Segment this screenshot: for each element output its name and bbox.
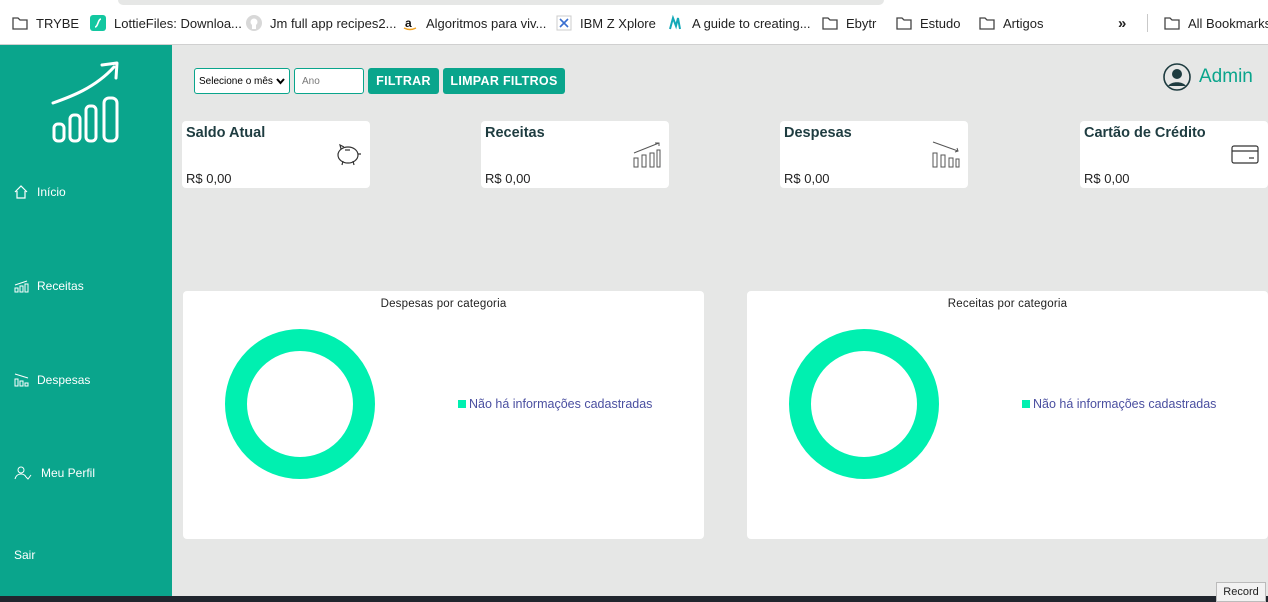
sidebar-item-label: Receitas [37, 279, 84, 293]
donut-ring [225, 329, 375, 479]
sidebar-item-label: Início [37, 185, 66, 199]
card-value: R$ 0,00 [485, 171, 531, 186]
bookmark-label: TRYBE [36, 15, 80, 31]
user-icon [14, 465, 34, 481]
bookmark-label: Artigos [1003, 15, 1044, 31]
year-input-placeholder: Ano [302, 75, 320, 87]
card-title: Saldo Atual [186, 125, 266, 141]
bookmark-ebytr[interactable]: Ebytr [822, 13, 876, 33]
bookmark-label: Jm full app recipes2... [270, 15, 397, 31]
ibm-icon [556, 15, 572, 31]
month-select-value: Selecione o mês [199, 75, 273, 87]
chevron-down-icon [276, 77, 285, 88]
bookmark-github[interactable]: Jm full app recipes2... [246, 13, 396, 33]
folder-icon [979, 15, 995, 31]
tab-strip-edge [118, 0, 884, 5]
app-logo [50, 53, 122, 143]
user-menu[interactable]: Admin [1163, 63, 1253, 91]
legend-label: Não há informações cadastradas [1033, 397, 1217, 411]
chart-legend: Não há informações cadastradas [1022, 397, 1216, 411]
chart-title: Receitas por categoria [947, 298, 1068, 310]
amazon-icon: a [402, 15, 418, 31]
folder-icon [896, 15, 912, 31]
bookmark-artigos[interactable]: Artigos [979, 13, 1043, 33]
card-title: Cartão de Crédito [1084, 125, 1206, 141]
home-icon [14, 184, 30, 200]
bookmark-label: LottieFiles: Downloa... [114, 15, 242, 31]
revenues-chart-panel: Receitas por categoria Não há informaçõe… [747, 291, 1268, 539]
bookmark-ibm[interactable]: IBM Z Xplore [556, 13, 656, 33]
expenses-chart-panel: Despesas por categoria Não há informaçõe… [183, 291, 704, 539]
revenues-donut [789, 329, 939, 479]
bookmark-label: A guide to creating... [692, 15, 811, 31]
more-bookmarks-button[interactable]: » [1118, 13, 1126, 33]
bookmark-trybe[interactable]: TRYBE [12, 13, 79, 33]
legend-label: Não há informações cadastradas [469, 397, 653, 411]
year-input[interactable]: Ano [294, 68, 364, 94]
card-title: Receitas [485, 125, 545, 141]
credit-card-icon [1231, 145, 1259, 170]
taskbar-edge [0, 596, 1268, 602]
clear-filters-button[interactable]: LIMPAR FILTROS [443, 68, 565, 94]
bookmark-amazon[interactable]: a Algoritmos para viv... [402, 13, 546, 33]
folder-icon [12, 15, 28, 31]
chart-down-icon [14, 372, 30, 388]
sidebar-item-despesas[interactable]: Despesas [14, 372, 90, 388]
card-saldo-atual: Saldo Atual R$ 0,00 [182, 121, 370, 188]
sidebar-item-receitas[interactable]: Receitas [14, 278, 84, 294]
medium-icon [668, 15, 684, 31]
sidebar-item-inicio[interactable]: Início [14, 184, 66, 200]
card-cartao-de-credito: Cartão de Crédito R$ 0,00 [1080, 121, 1268, 188]
donut-ring [789, 329, 939, 479]
filter-bar: Selecione o mês Ano FILTRAR LIMPAR FILTR… [194, 68, 565, 94]
card-value: R$ 0,00 [784, 171, 830, 186]
bookmark-label: IBM Z Xplore [580, 15, 656, 31]
card-despesas: Despesas R$ 0,00 [780, 121, 968, 188]
sidebar: Início Receitas Despesas Meu Perfil Sair [0, 45, 172, 596]
sidebar-item-label: Despesas [37, 373, 91, 387]
chevron-double-right-icon: » [1118, 14, 1127, 32]
expenses-donut [225, 329, 375, 479]
bookmark-label: Ebytr [846, 15, 877, 31]
folder-icon [822, 15, 838, 31]
legend-swatch [1022, 400, 1030, 408]
chart-title: Despesas por categoria [380, 298, 507, 310]
bookmark-label: All Bookmarks [1188, 15, 1268, 31]
month-select[interactable]: Selecione o mês [194, 68, 290, 94]
card-value: R$ 0,00 [1084, 171, 1130, 186]
chart-up-icon [14, 278, 30, 294]
bookmark-label: Algoritmos para viv... [426, 15, 547, 31]
sidebar-item-label: Meu Perfil [41, 466, 96, 480]
github-icon [246, 15, 262, 31]
divider [1147, 14, 1148, 32]
card-title: Despesas [784, 125, 852, 141]
bookmarks-bar: TRYBE LottieFiles: Downloa... Jm full ap… [0, 0, 1268, 45]
legend-swatch [458, 400, 466, 408]
filter-button[interactable]: FILTRAR [368, 68, 439, 94]
avatar-icon [1163, 63, 1191, 91]
svg-text:a: a [405, 16, 412, 30]
sidebar-item-sair[interactable]: Sair [14, 548, 35, 562]
all-bookmarks-button[interactable]: All Bookmarks [1164, 13, 1268, 33]
piggy-bank-icon [334, 141, 362, 172]
sidebar-item-meu-perfil[interactable]: Meu Perfil [14, 465, 95, 481]
bookmark-lottiefiles[interactable]: LottieFiles: Downloa... [90, 13, 242, 33]
user-name: Admin [1199, 66, 1253, 87]
sidebar-item-label: Sair [14, 548, 36, 562]
chart-down-icon [931, 141, 961, 174]
folder-icon [1164, 15, 1180, 31]
chart-legend: Não há informações cadastradas [458, 397, 652, 411]
bookmark-guide[interactable]: A guide to creating... [668, 13, 811, 33]
card-receitas: Receitas R$ 0,00 [481, 121, 669, 188]
record-button[interactable]: Record [1216, 582, 1266, 602]
card-value: R$ 0,00 [186, 171, 232, 186]
bookmark-estudo[interactable]: Estudo [896, 13, 960, 33]
bookmark-label: Estudo [920, 15, 961, 31]
chart-up-icon [632, 141, 662, 174]
lottiefiles-icon [90, 15, 106, 31]
